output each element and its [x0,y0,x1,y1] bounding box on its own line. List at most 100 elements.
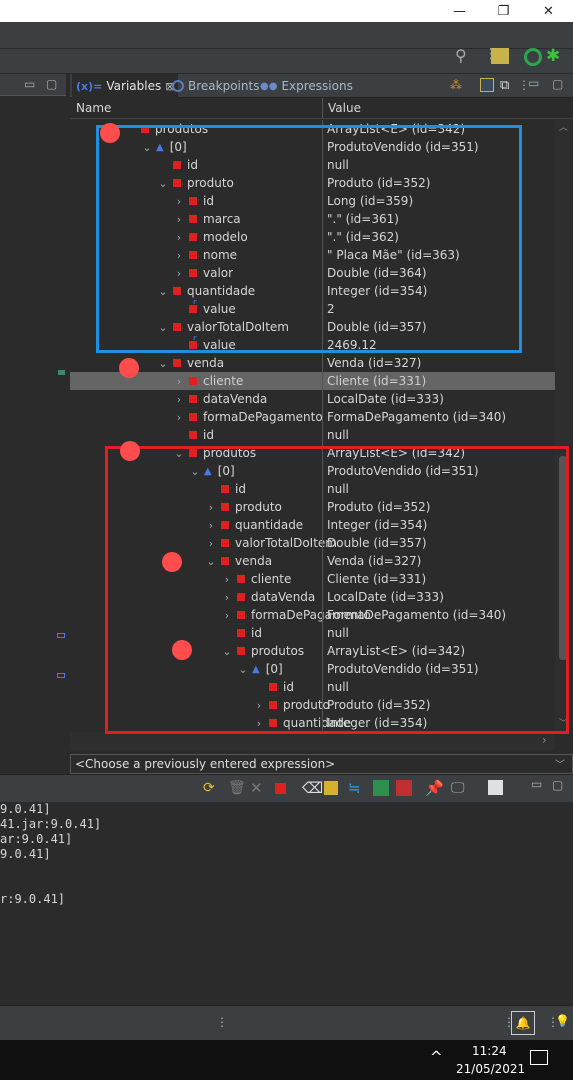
tab-variables-label: Variables [106,79,162,93]
close-window-button[interactable]: ✕ [526,0,571,22]
show-hidden-icons-button[interactable]: ^ [430,1048,443,1066]
debug-perspective-icon[interactable] [524,48,542,66]
minimize-panel-icon[interactable]: ▭ [24,77,35,91]
column-divider[interactable] [322,98,323,118]
show-logical-structure-icon[interactable] [480,78,494,92]
tree-row-name-cell: ⌄ venda [156,354,224,372]
scroll-right-icon[interactable]: › [542,733,547,747]
expressions-icon: ●● [260,80,278,92]
expand-chevron-icon[interactable]: › [172,393,186,406]
expression-combo[interactable]: <Choose a previously entered expression>… [70,754,573,774]
annotation-dot [100,123,120,143]
console-line: 9.0.41] [0,802,51,816]
tree-row[interactable]: › cliente Cliente (id=331) [70,372,555,390]
variable-value: Cliente (id=331) [322,372,555,390]
terminate-icon[interactable] [275,783,286,794]
minimize-button[interactable]: — [437,0,482,22]
annotation-dot [119,358,139,378]
highlight-box-red [105,446,569,734]
taskbar-time[interactable]: 11:24 [472,1044,507,1058]
variables-icon: (x)= [76,79,103,93]
tab-breakpoints[interactable]: Breakpoints [168,74,263,98]
private-field-icon [173,359,181,367]
variable-name: formaDePagamento [203,410,323,424]
overview-marker-icon [57,633,65,638]
taskbar-date[interactable]: 21/05/2021 [456,1062,525,1076]
remove-launch-icon[interactable]: 🗑 [228,780,246,796]
left-editor-panel [0,74,70,774]
console-toolbar: ⟳ 🗑 ✕ ⌫ ≒ 📌 🖵 ▭ ▢ [0,774,573,802]
maximize-view-icon[interactable]: ▢ [552,77,563,91]
debug-view-tabs: (x)= Variables ⊠ Breakpoints ●● Expressi… [70,74,573,98]
console-line: 41.jar:9.0.41] [0,817,102,831]
tab-expressions[interactable]: ●● Expressions [256,74,357,98]
horizontal-scrollbar[interactable]: › [70,732,555,750]
status-separator-icon: ⋮ [216,1015,228,1029]
notification-bell-icon[interactable]: 🔔 [511,1011,535,1035]
show-on-stdout-icon[interactable] [373,780,389,796]
show-type-names-icon[interactable]: ⁂ [450,78,462,92]
maximize-view-icon[interactable]: ▢ [552,778,563,792]
variable-value: FormaDePagamento (id=340) [322,408,555,426]
collapse-chevron-icon[interactable]: ⌄ [156,357,170,370]
minimize-view-icon[interactable]: ▭ [528,76,539,90]
scroll-up-icon[interactable]: ︿ [559,120,568,133]
expression-input[interactable]: <Choose a previously entered expression> [75,757,335,771]
refresh-icon[interactable]: ⟳ [203,780,215,796]
maximize-panel-icon[interactable]: ▢ [46,77,57,91]
console-line: r:9.0.41] [0,892,66,906]
breakpoints-icon [172,80,184,92]
expand-chevron-icon[interactable]: › [172,375,186,388]
column-header-value[interactable]: Value [328,101,361,115]
search-icon[interactable]: ⚲ [455,46,467,65]
main-toolbar: ⚲ ⋮ ✱ [0,22,573,74]
minimize-view-icon[interactable]: ▭ [531,777,542,791]
console-line: ar:9.0.41] [0,832,73,846]
restore-button[interactable]: ❐ [481,0,526,22]
tree-row-name-cell: › dataVenda [172,390,267,408]
scroll-lock-icon[interactable] [324,781,338,795]
action-center-icon[interactable] [530,1050,548,1065]
pin-console-icon[interactable]: 📌 [425,779,444,797]
overview-marker-icon [58,370,65,375]
display-console-icon[interactable]: 🖵 [451,780,465,796]
tab-breakpoints-label: Breakpoints [188,79,260,93]
variable-name: id [203,428,214,442]
console-line: 9.0.41] [0,847,51,861]
open-console-icon[interactable] [488,780,503,795]
variable-name: venda [187,356,225,370]
annotation-dot [120,441,140,461]
column-header-name[interactable]: Name [76,101,111,115]
private-field-icon [189,377,197,385]
tab-variables[interactable]: (x)= Variables ⊠ [72,74,179,98]
tip-lightbulb-icon[interactable]: 💡 [555,1014,570,1028]
clear-console-icon[interactable]: ⌫ [302,779,323,797]
chevron-down-icon[interactable]: ﹀ [555,756,565,771]
remove-all-icon[interactable]: ✕ [250,779,263,797]
tree-row-name-cell: › formaDePagamento [172,408,323,426]
private-field-icon [189,395,197,403]
word-wrap-icon[interactable]: ≒ [348,779,361,797]
open-perspective-icon[interactable] [491,48,509,64]
variable-value: LocalDate (id=333) [322,390,555,408]
variables-table-header: Name Value [70,98,573,119]
expand-chevron-icon[interactable]: › [172,411,186,424]
annotation-dot [172,640,192,660]
windows-taskbar: ^ 11:24 21/05/2021 [0,1040,573,1080]
window-title-bar: — ❐ ✕ [0,0,573,22]
console-output[interactable]: 9.0.41] 41.jar:9.0.41] ar:9.0.41] 9.0.41] r:… [0,802,573,1002]
tree-row[interactable]: ⌄ venda Venda (id=327) [70,354,555,372]
show-on-stderr-icon[interactable] [396,780,412,796]
collapse-all-icon[interactable]: ⧉ [500,78,509,93]
variable-name: cliente [203,374,244,388]
annotation-dot [162,552,182,572]
tree-row[interactable]: › formaDePagamento FormaDePagamento (id=34… [70,408,555,426]
highlight-box-blue [96,125,522,353]
bug-icon[interactable]: ✱ [546,46,560,66]
status-bar: ⋮ ⋮ 🔔 ⋮ 💡 [0,1005,573,1041]
tree-row[interactable]: › dataVenda LocalDate (id=333) [70,390,555,408]
tree-row[interactable]: id null [70,426,555,444]
variable-name: dataVenda [203,392,268,406]
